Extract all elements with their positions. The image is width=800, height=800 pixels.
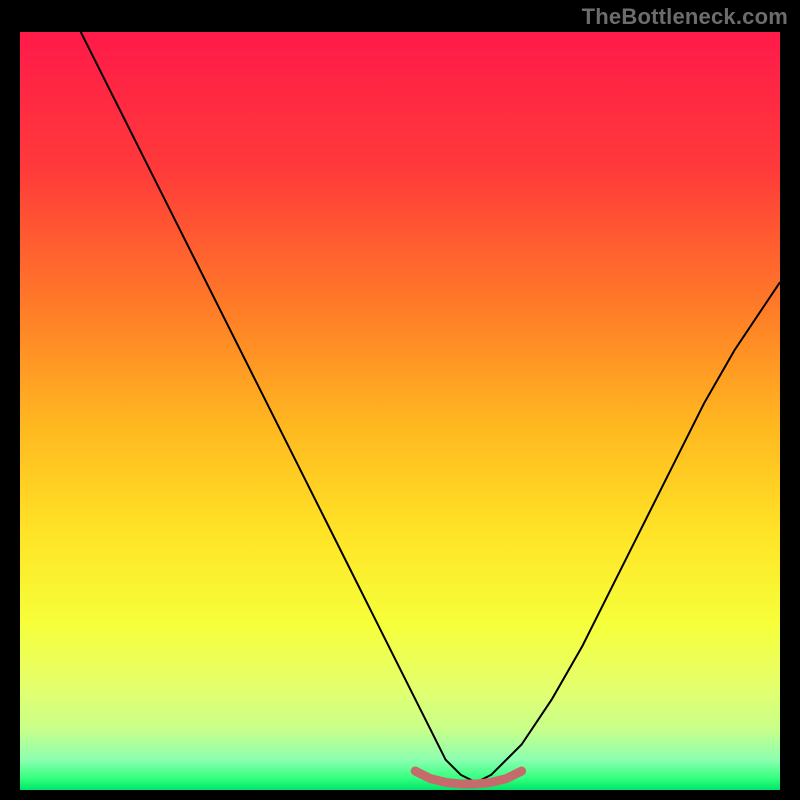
- gradient-background: [20, 32, 780, 790]
- watermark-text: TheBottleneck.com: [582, 4, 788, 30]
- chart-plot: [20, 32, 780, 790]
- chart-container: TheBottleneck.com: [0, 0, 800, 800]
